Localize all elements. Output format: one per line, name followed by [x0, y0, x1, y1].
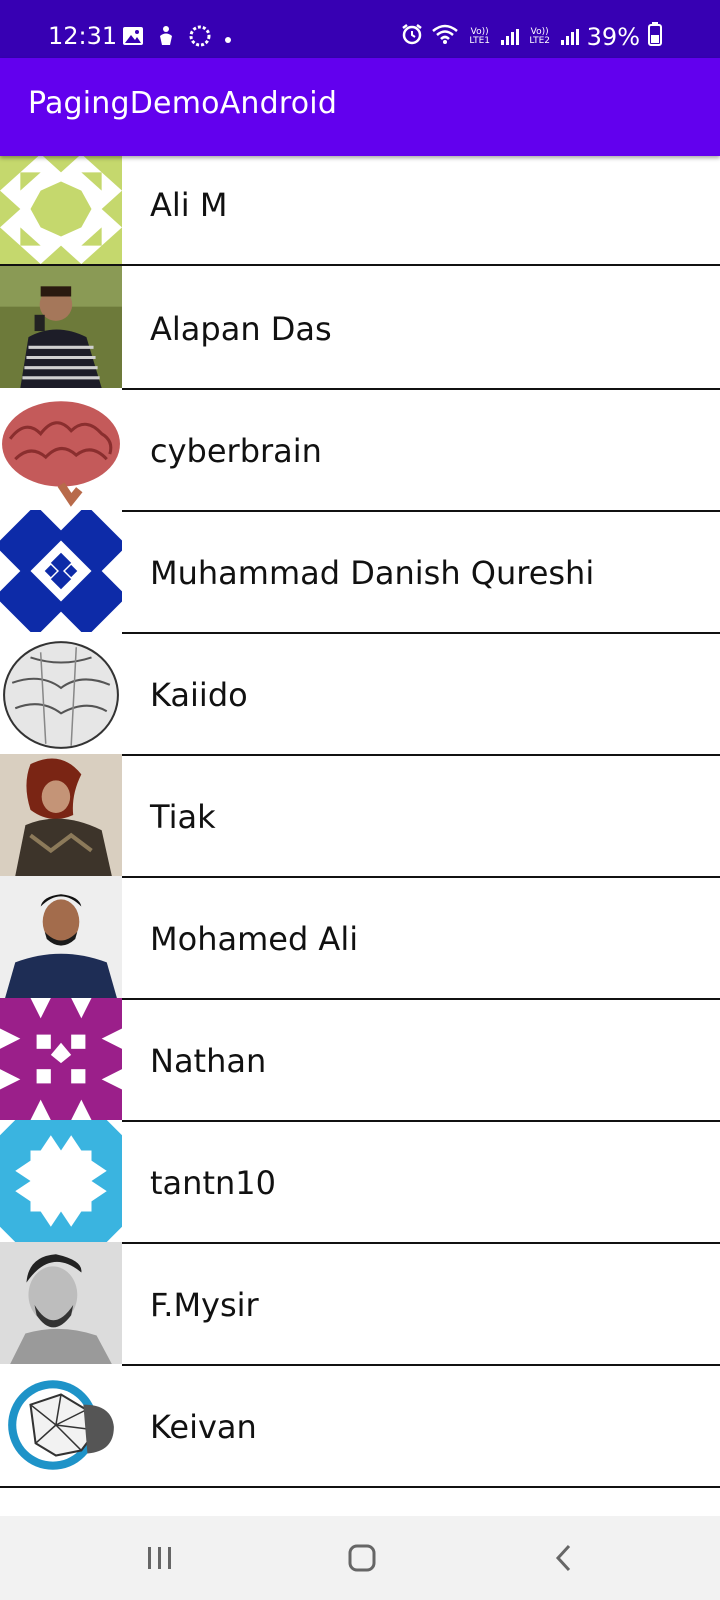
list-item[interactable]: F.Mysir — [0, 1242, 720, 1366]
user-name: Alapan Das — [150, 310, 332, 348]
lte1-label: Vo)) LTE1 — [469, 27, 490, 46]
user-name: cyberbrain — [150, 432, 322, 470]
avatar — [0, 876, 122, 998]
app-bar: PagingDemoAndroid — [0, 58, 720, 156]
user-list[interactable]: Ali M Alapan Das cyberbrain Muhammad Dan… — [0, 156, 720, 1516]
list-item[interactable]: Mohamed Ali — [0, 876, 720, 1000]
gallery-icon — [122, 26, 144, 50]
user-name: tantn10 — [150, 1164, 276, 1202]
signal-1-icon — [500, 29, 519, 45]
alarm-icon — [401, 23, 423, 51]
user-name: Mohamed Ali — [150, 920, 359, 958]
user-name: Ali M — [150, 186, 228, 224]
user-name: Keivan — [150, 1408, 257, 1446]
recent-apps-icon — [148, 1547, 171, 1569]
lte2-label: Vo)) LTE2 — [529, 27, 550, 46]
notification-icons — [122, 24, 232, 52]
system-icons: Vo)) LTE1 Vo)) LTE2 39% — [401, 22, 662, 52]
accessibility-icon — [156, 25, 176, 51]
dot-icon — [224, 29, 232, 48]
user-name: Tiak — [150, 798, 216, 836]
user-name: Muhammad Danish Qureshi — [150, 554, 595, 592]
user-name: Nathan — [150, 1042, 267, 1080]
recent-apps-button[interactable] — [136, 1536, 184, 1580]
home-icon — [348, 1544, 376, 1572]
status-bar: 12:31 Vo)) LTE1 Vo)) LTE2 39% — [0, 0, 720, 58]
avatar — [0, 266, 122, 388]
avatar — [0, 510, 122, 632]
battery-icon — [648, 22, 662, 52]
avatar — [0, 632, 122, 754]
battery-percent: 39% — [586, 23, 640, 51]
back-button[interactable] — [540, 1536, 588, 1580]
avatar — [0, 1364, 122, 1486]
signal-2-icon — [560, 29, 579, 45]
list-item[interactable]: cyberbrain — [0, 388, 720, 512]
avatar — [0, 1120, 122, 1242]
list-item[interactable]: tantn10 — [0, 1120, 720, 1244]
list-item[interactable]: Nathan — [0, 998, 720, 1122]
list-item[interactable]: Keivan — [0, 1364, 720, 1488]
avatar — [0, 388, 122, 510]
avatar — [0, 998, 122, 1120]
home-button[interactable] — [338, 1536, 386, 1580]
list-item[interactable]: Muhammad Danish Qureshi — [0, 510, 720, 634]
avatar — [0, 1242, 122, 1364]
user-name: F.Mysir — [150, 1286, 259, 1324]
list-item[interactable]: Ali M — [0, 156, 720, 266]
back-icon — [555, 1544, 571, 1572]
app-title: PagingDemoAndroid — [28, 86, 338, 121]
list-item[interactable]: Alapan Das — [0, 266, 720, 390]
avatar — [0, 754, 122, 876]
navigation-bar — [0, 1516, 720, 1600]
avatar — [0, 156, 122, 264]
list-item[interactable]: Tiak — [0, 754, 720, 878]
list-item[interactable]: Kaiido — [0, 632, 720, 756]
sync-icon — [188, 24, 212, 52]
wifi-icon — [431, 23, 459, 51]
user-name: Kaiido — [150, 676, 248, 714]
status-time: 12:31 — [48, 22, 118, 50]
